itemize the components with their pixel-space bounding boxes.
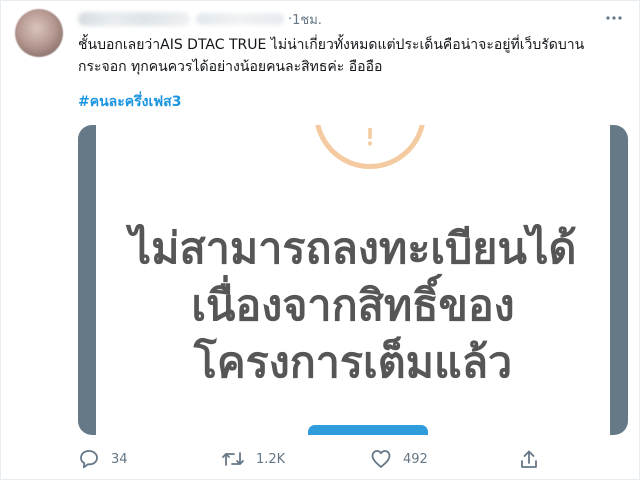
like-button[interactable]: 492 (370, 447, 428, 471)
tweet-media[interactable]: ไม่สามารถลงทะเบียนได้ เนื่องจากสิทธิ์ของ… (78, 125, 628, 435)
hashtag-link[interactable]: #คนละครึ่งเฟส3 (78, 91, 181, 113)
avatar[interactable] (15, 9, 63, 57)
like-count: 492 (403, 451, 428, 467)
share-icon (521, 450, 537, 468)
registration-error-message: ไม่สามารถลงทะเบียนได้ เนื่องจากสิทธิ์ของ… (96, 221, 610, 392)
more-icon[interactable] (605, 13, 623, 23)
tweet[interactable]: · 1ชม. ชั้นบอกเลยว่าAIS DTAC TRUE ไม่น่า… (0, 0, 640, 480)
tweet-actions: 34 1.2K 492 (78, 447, 538, 471)
message-line-3: โครงการเต็มแล้ว (193, 338, 513, 388)
retweet-count: 1.2K (256, 451, 286, 467)
message-line-1: ไม่สามารถลงทะเบียนได้ (129, 224, 577, 274)
retweet-button[interactable]: 1.2K (221, 447, 285, 471)
retweet-icon (222, 452, 244, 466)
message-line-2: เนื่องจากสิทธิ์ของ (191, 281, 515, 331)
reply-button[interactable]: 34 (78, 447, 128, 471)
alert-icon (314, 125, 426, 169)
blurred-display-name[interactable] (78, 12, 190, 26)
blurred-username[interactable] (196, 13, 284, 25)
tweet-time[interactable]: 1ชม. (292, 9, 322, 30)
tweet-header: · 1ชม. (78, 9, 322, 29)
media-error-card: ไม่สามารถลงทะเบียนได้ เนื่องจากสิทธิ์ของ… (96, 125, 610, 435)
reply-icon (80, 450, 98, 469)
heart-icon (371, 450, 391, 468)
reply-count: 34 (111, 451, 128, 467)
share-button[interactable] (519, 447, 539, 471)
tweet-text: ชั้นบอกเลยว่าAIS DTAC TRUE ไม่น่าเกี่ยวท… (78, 37, 585, 75)
media-action-button (308, 425, 428, 435)
